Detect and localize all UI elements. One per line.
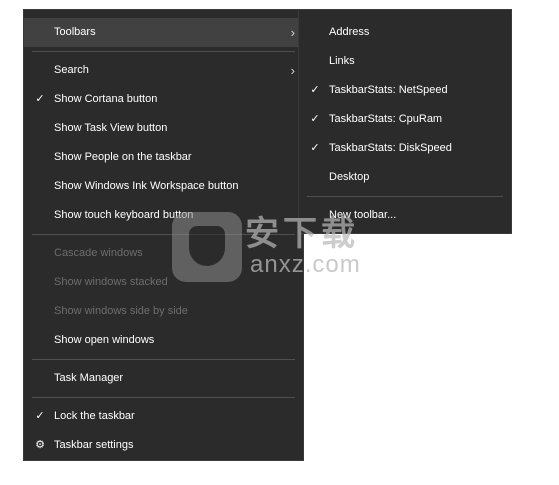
menu-item-task-manager[interactable]: Task Manager	[24, 364, 303, 393]
menu-item-label: Show People on the taskbar	[54, 151, 192, 163]
menu-item-show-cortana[interactable]: ✓ Show Cortana button	[24, 85, 303, 114]
submenu-item-cpuram[interactable]: ✓ TaskbarStats: CpuRam	[299, 105, 511, 134]
menu-item-label: TaskbarStats: DiskSpeed	[329, 142, 452, 154]
menu-item-label: Links	[329, 55, 355, 67]
menu-item-label: Show open windows	[54, 334, 155, 346]
checkmark-icon: ✓	[310, 113, 320, 125]
menu-item-show-task-view[interactable]: Show Task View button	[24, 114, 303, 143]
submenu-item-netspeed[interactable]: ✓ TaskbarStats: NetSpeed	[299, 76, 511, 105]
menu-item-label: Show Cortana button	[54, 93, 158, 105]
menu-item-label: Lock the taskbar	[54, 410, 135, 422]
watermark-shield-logo	[172, 212, 242, 282]
menu-item-taskbar-settings[interactable]: ⚙ Taskbar settings	[24, 431, 303, 460]
submenu-item-diskspeed[interactable]: ✓ TaskbarStats: DiskSpeed	[299, 134, 511, 163]
chevron-right-icon: ›	[290, 25, 295, 40]
menu-item-search[interactable]: Search ›	[24, 56, 303, 85]
watermark-text: 安下载	[245, 215, 359, 253]
submenu-item-address[interactable]: Address	[299, 18, 511, 47]
menu-item-lock-taskbar[interactable]: ✓ Lock the taskbar	[24, 402, 303, 431]
menu-item-show-ink-workspace[interactable]: Show Windows Ink Workspace button	[24, 172, 303, 201]
menu-item-label: Toolbars	[54, 26, 96, 38]
menu-item-label: Cascade windows	[54, 247, 143, 259]
menu-separator	[32, 397, 295, 398]
gear-icon: ⚙	[35, 439, 45, 451]
menu-item-label: Search	[54, 64, 89, 76]
submenu-item-desktop[interactable]: Desktop	[299, 163, 511, 192]
menu-item-label: Show Task View button	[54, 122, 168, 134]
menu-item-show-people[interactable]: Show People on the taskbar	[24, 143, 303, 172]
toolbars-submenu: Address Links ✓ TaskbarStats: NetSpeed ✓…	[298, 9, 512, 234]
watermark-subtext: anxz.com	[250, 251, 361, 278]
menu-item-label: Show Windows Ink Workspace button	[54, 180, 239, 192]
menu-item-label: Address	[329, 26, 370, 38]
checkmark-icon: ✓	[35, 410, 45, 422]
menu-separator	[32, 51, 295, 52]
menu-item-windows-side-by-side: Show windows side by side	[24, 297, 303, 326]
checkmark-icon: ✓	[310, 84, 320, 96]
menu-separator	[32, 359, 295, 360]
menu-item-show-open-windows[interactable]: Show open windows	[24, 326, 303, 355]
menu-separator	[307, 196, 503, 197]
chevron-right-icon: ›	[290, 63, 295, 78]
checkmark-icon: ✓	[310, 142, 320, 154]
menu-item-label: TaskbarStats: NetSpeed	[329, 84, 448, 96]
menu-item-label: TaskbarStats: CpuRam	[329, 113, 443, 125]
menu-item-label: Show windows side by side	[54, 305, 188, 317]
checkmark-icon: ✓	[35, 93, 45, 105]
menu-item-label: Desktop	[329, 171, 370, 183]
menu-item-label: Show windows stacked	[54, 276, 168, 288]
menu-item-toolbars[interactable]: Toolbars ›	[24, 18, 303, 47]
submenu-item-links[interactable]: Links	[299, 47, 511, 76]
menu-item-label: Taskbar settings	[54, 439, 134, 451]
menu-item-label: Task Manager	[54, 372, 124, 384]
